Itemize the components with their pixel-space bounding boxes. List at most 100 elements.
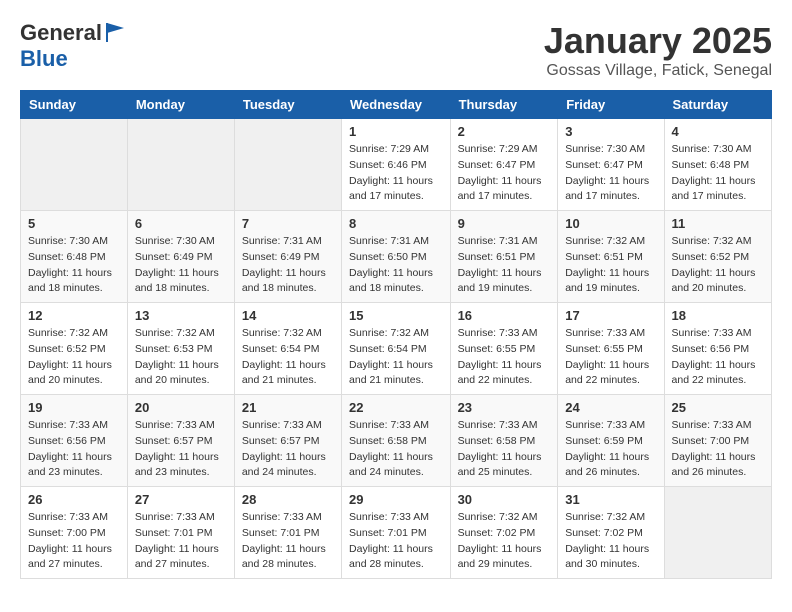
calendar-cell: 3 Sunrise: 7:30 AMSunset: 6:47 PMDaylight… bbox=[558, 119, 664, 211]
day-info: Sunrise: 7:33 AMSunset: 6:55 PMDaylight:… bbox=[458, 326, 551, 389]
day-info: Sunrise: 7:33 AMSunset: 6:59 PMDaylight:… bbox=[565, 418, 656, 481]
calendar-cell: 26 Sunrise: 7:33 AMSunset: 7:00 PMDayligh… bbox=[21, 487, 128, 579]
day-info: Sunrise: 7:33 AMSunset: 7:01 PMDaylight:… bbox=[135, 510, 227, 573]
day-number: 5 bbox=[28, 216, 120, 231]
day-number: 27 bbox=[135, 492, 227, 507]
day-number: 4 bbox=[672, 124, 764, 139]
calendar-cell: 18 Sunrise: 7:33 AMSunset: 6:56 PMDayligh… bbox=[664, 303, 771, 395]
calendar-cell: 29 Sunrise: 7:33 AMSunset: 7:01 PMDayligh… bbox=[342, 487, 451, 579]
day-number: 23 bbox=[458, 400, 551, 415]
day-number: 26 bbox=[28, 492, 120, 507]
day-info: Sunrise: 7:32 AMSunset: 6:52 PMDaylight:… bbox=[672, 234, 764, 297]
logo-flag-icon bbox=[104, 20, 128, 44]
day-number: 3 bbox=[565, 124, 656, 139]
day-info: Sunrise: 7:33 AMSunset: 6:56 PMDaylight:… bbox=[28, 418, 120, 481]
day-number: 19 bbox=[28, 400, 120, 415]
day-number: 15 bbox=[349, 308, 443, 323]
day-info: Sunrise: 7:33 AMSunset: 6:57 PMDaylight:… bbox=[242, 418, 334, 481]
day-number: 18 bbox=[672, 308, 764, 323]
day-info: Sunrise: 7:33 AMSunset: 6:56 PMDaylight:… bbox=[672, 326, 764, 389]
day-number: 29 bbox=[349, 492, 443, 507]
location-subtitle: Gossas Village, Fatick, Senegal bbox=[544, 62, 772, 80]
day-info: Sunrise: 7:29 AMSunset: 6:47 PMDaylight:… bbox=[458, 142, 551, 205]
day-number: 2 bbox=[458, 124, 551, 139]
day-info: Sunrise: 7:32 AMSunset: 6:53 PMDaylight:… bbox=[135, 326, 227, 389]
calendar-cell: 8Sunrise: 7:31 AMSunset: 6:50 PMDaylight… bbox=[342, 211, 451, 303]
calendar-week-row: 26 Sunrise: 7:33 AMSunset: 7:00 PMDayligh… bbox=[21, 487, 772, 579]
day-info: Sunrise: 7:33 AMSunset: 7:01 PMDaylight:… bbox=[349, 510, 443, 573]
title-block: January 2025 Gossas Village, Fatick, Sen… bbox=[544, 20, 772, 80]
day-number: 16 bbox=[458, 308, 551, 323]
calendar-table: SundayMondayTuesdayWednesdayThursdayFrid… bbox=[20, 90, 772, 579]
day-number: 28 bbox=[242, 492, 334, 507]
day-info: Sunrise: 7:30 AMSunset: 6:48 PMDaylight:… bbox=[28, 234, 120, 297]
weekday-header-monday: Monday bbox=[127, 91, 234, 119]
weekday-header-tuesday: Tuesday bbox=[234, 91, 341, 119]
day-info: Sunrise: 7:32 AMSunset: 6:54 PMDaylight:… bbox=[242, 326, 334, 389]
calendar-week-row: 1Sunrise: 7:29 AMSunset: 6:46 PMDaylight… bbox=[21, 119, 772, 211]
day-number: 14 bbox=[242, 308, 334, 323]
calendar-cell: 25 Sunrise: 7:33 AMSunset: 7:00 PMDayligh… bbox=[664, 395, 771, 487]
calendar-cell: 21 Sunrise: 7:33 AMSunset: 6:57 PMDayligh… bbox=[234, 395, 341, 487]
weekday-header-wednesday: Wednesday bbox=[342, 91, 451, 119]
weekday-header-sunday: Sunday bbox=[21, 91, 128, 119]
day-number: 20 bbox=[135, 400, 227, 415]
day-info: Sunrise: 7:31 AMSunset: 6:51 PMDaylight:… bbox=[458, 234, 551, 297]
calendar-cell: 9 Sunrise: 7:31 AMSunset: 6:51 PMDaylight… bbox=[450, 211, 558, 303]
day-info: Sunrise: 7:32 AMSunset: 6:51 PMDaylight:… bbox=[565, 234, 656, 297]
day-info: Sunrise: 7:33 AMSunset: 7:00 PMDaylight:… bbox=[672, 418, 764, 481]
page-header: General Blue January 2025 Gossas Village… bbox=[20, 20, 772, 80]
calendar-cell: 2 Sunrise: 7:29 AMSunset: 6:47 PMDaylight… bbox=[450, 119, 558, 211]
calendar-cell: 10 Sunrise: 7:32 AMSunset: 6:51 PMDayligh… bbox=[558, 211, 664, 303]
calendar-cell: 23 Sunrise: 7:33 AMSunset: 6:58 PMDayligh… bbox=[450, 395, 558, 487]
weekday-header-thursday: Thursday bbox=[450, 91, 558, 119]
day-number: 11 bbox=[672, 216, 764, 231]
day-number: 25 bbox=[672, 400, 764, 415]
calendar-cell bbox=[21, 119, 128, 211]
day-number: 17 bbox=[565, 308, 656, 323]
day-number: 8 bbox=[349, 216, 443, 231]
calendar-cell: 28 Sunrise: 7:33 AMSunset: 7:01 PMDayligh… bbox=[234, 487, 341, 579]
day-number: 7 bbox=[242, 216, 334, 231]
weekday-header-saturday: Saturday bbox=[664, 91, 771, 119]
calendar-cell: 22Sunrise: 7:33 AMSunset: 6:58 PMDayligh… bbox=[342, 395, 451, 487]
day-info: Sunrise: 7:32 AMSunset: 7:02 PMDaylight:… bbox=[458, 510, 551, 573]
calendar-cell: 24 Sunrise: 7:33 AMSunset: 6:59 PMDayligh… bbox=[558, 395, 664, 487]
day-number: 21 bbox=[242, 400, 334, 415]
calendar-cell: 6 Sunrise: 7:30 AMSunset: 6:49 PMDaylight… bbox=[127, 211, 234, 303]
day-number: 9 bbox=[458, 216, 551, 231]
day-number: 10 bbox=[565, 216, 656, 231]
day-number: 12 bbox=[28, 308, 120, 323]
calendar-cell: 14 Sunrise: 7:32 AMSunset: 6:54 PMDayligh… bbox=[234, 303, 341, 395]
weekday-header-row: SundayMondayTuesdayWednesdayThursdayFrid… bbox=[21, 91, 772, 119]
calendar-cell: 1Sunrise: 7:29 AMSunset: 6:46 PMDaylight… bbox=[342, 119, 451, 211]
day-number: 24 bbox=[565, 400, 656, 415]
calendar-week-row: 5 Sunrise: 7:30 AMSunset: 6:48 PMDaylight… bbox=[21, 211, 772, 303]
day-info: Sunrise: 7:33 AMSunset: 7:01 PMDaylight:… bbox=[242, 510, 334, 573]
calendar-cell: 19 Sunrise: 7:33 AMSunset: 6:56 PMDayligh… bbox=[21, 395, 128, 487]
day-info: Sunrise: 7:33 AMSunset: 6:55 PMDaylight:… bbox=[565, 326, 656, 389]
day-info: Sunrise: 7:33 AMSunset: 6:57 PMDaylight:… bbox=[135, 418, 227, 481]
day-info: Sunrise: 7:33 AMSunset: 6:58 PMDaylight:… bbox=[458, 418, 551, 481]
weekday-header-friday: Friday bbox=[558, 91, 664, 119]
day-info: Sunrise: 7:29 AMSunset: 6:46 PMDaylight:… bbox=[349, 142, 443, 205]
day-number: 22 bbox=[349, 400, 443, 415]
day-info: Sunrise: 7:32 AMSunset: 6:54 PMDaylight:… bbox=[349, 326, 443, 389]
day-number: 31 bbox=[565, 492, 656, 507]
day-info: Sunrise: 7:30 AMSunset: 6:48 PMDaylight:… bbox=[672, 142, 764, 205]
calendar-week-row: 12 Sunrise: 7:32 AMSunset: 6:52 PMDayligh… bbox=[21, 303, 772, 395]
day-info: Sunrise: 7:32 AMSunset: 7:02 PMDaylight:… bbox=[565, 510, 656, 573]
logo-general-text: General bbox=[20, 20, 102, 46]
calendar-cell bbox=[664, 487, 771, 579]
day-info: Sunrise: 7:30 AMSunset: 6:47 PMDaylight:… bbox=[565, 142, 656, 205]
day-info: Sunrise: 7:33 AMSunset: 7:00 PMDaylight:… bbox=[28, 510, 120, 573]
calendar-cell: 31 Sunrise: 7:32 AMSunset: 7:02 PMDayligh… bbox=[558, 487, 664, 579]
day-info: Sunrise: 7:32 AMSunset: 6:52 PMDaylight:… bbox=[28, 326, 120, 389]
day-info: Sunrise: 7:30 AMSunset: 6:49 PMDaylight:… bbox=[135, 234, 227, 297]
calendar-cell: 5 Sunrise: 7:30 AMSunset: 6:48 PMDaylight… bbox=[21, 211, 128, 303]
day-info: Sunrise: 7:31 AMSunset: 6:49 PMDaylight:… bbox=[242, 234, 334, 297]
day-number: 6 bbox=[135, 216, 227, 231]
day-number: 30 bbox=[458, 492, 551, 507]
calendar-cell: 7 Sunrise: 7:31 AMSunset: 6:49 PMDaylight… bbox=[234, 211, 341, 303]
calendar-cell bbox=[127, 119, 234, 211]
